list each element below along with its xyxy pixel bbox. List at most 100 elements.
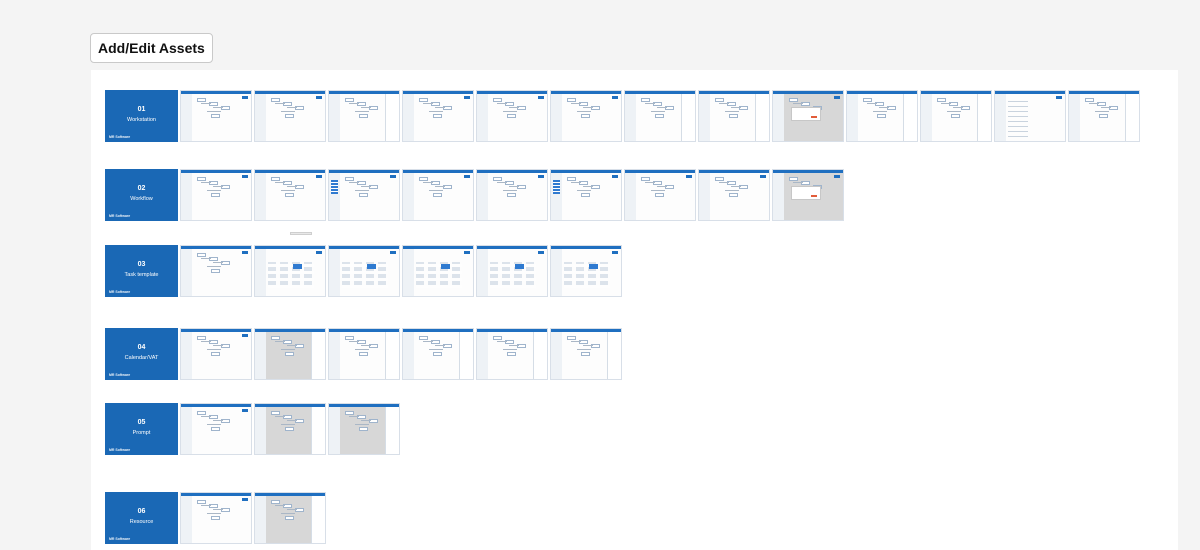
screen-thumbnail[interactable]: [254, 245, 326, 297]
connector-line: [435, 107, 445, 108]
screen-thumbnail[interactable]: [624, 90, 696, 142]
thumbnail-card-grid: [268, 262, 314, 288]
screen-thumbnail[interactable]: [180, 169, 252, 221]
connector-line: [287, 509, 297, 510]
thumbnail-sidebar: [329, 94, 340, 141]
screen-thumbnail[interactable]: [476, 328, 548, 380]
selected-card: [293, 264, 302, 269]
screen-thumbnail[interactable]: [402, 245, 474, 297]
screen-thumbnail[interactable]: [328, 403, 400, 455]
screen-thumbnail[interactable]: [328, 245, 400, 297]
screen-thumbnail[interactable]: [402, 328, 474, 380]
workflow-node: [271, 411, 280, 415]
thumbnail-action-button: [242, 96, 248, 99]
screen-thumbnail[interactable]: [698, 169, 770, 221]
screen-thumbnail[interactable]: [476, 169, 548, 221]
screen-thumbnail[interactable]: [254, 169, 326, 221]
connector-line: [201, 341, 211, 342]
screen-thumbnail[interactable]: [624, 169, 696, 221]
screen-thumbnail[interactable]: [328, 328, 400, 380]
screen-thumbnail[interactable]: [180, 245, 252, 297]
connector-line: [793, 103, 803, 104]
thumbnail-card-grid: [416, 262, 462, 288]
screen-thumbnail[interactable]: [846, 90, 918, 142]
connector-line: [213, 107, 223, 108]
workflow-node: [211, 269, 220, 273]
connector-line: [207, 190, 221, 191]
screen-thumbnail[interactable]: [254, 492, 326, 544]
screen-thumbnail[interactable]: [772, 169, 844, 221]
workflow-node: [937, 98, 946, 102]
screen-thumbnail[interactable]: [698, 90, 770, 142]
workflow-node: [581, 114, 590, 118]
screen-thumbnail[interactable]: [328, 169, 400, 221]
workflow-node: [419, 336, 428, 340]
workflow-node: [789, 98, 798, 102]
screen-thumbnail[interactable]: [476, 90, 548, 142]
workflow-node: [507, 352, 516, 356]
brand-logo: MR Software: [109, 537, 131, 541]
thumbnail-side-panel: [311, 407, 325, 454]
thumbnail-side-panel: [311, 496, 325, 543]
section-label-card[interactable]: 04 Calendar/VAT MR Software: [105, 328, 178, 380]
screen-thumbnail[interactable]: [180, 90, 252, 142]
connector-line: [349, 416, 359, 417]
section-label-card[interactable]: 02 Workflow MR Software: [105, 169, 178, 221]
screen-thumbnail[interactable]: [550, 90, 622, 142]
screen-thumbnail[interactable]: [550, 245, 622, 297]
section-row: 02 Workflow MR Software: [105, 169, 846, 221]
screen-thumbnail[interactable]: [402, 90, 474, 142]
connector-line: [349, 103, 359, 104]
screen-thumbnail[interactable]: [180, 403, 252, 455]
section-label-card[interactable]: 06 Resource MR Software: [105, 492, 178, 544]
screen-thumbnail[interactable]: [254, 90, 326, 142]
screen-thumbnail[interactable]: [476, 245, 548, 297]
workflow-node: [863, 98, 872, 102]
connector-line: [509, 345, 519, 346]
connector-line: [583, 186, 593, 187]
thumbnail-action-button: [1056, 96, 1062, 99]
section-name: Prompt: [132, 430, 151, 436]
section-label-card[interactable]: 01 Workstation MR Software: [105, 90, 178, 142]
connector-line: [201, 182, 211, 183]
screen-thumbnail[interactable]: [550, 328, 622, 380]
screen-thumbnail[interactable]: [920, 90, 992, 142]
thumbnail-sidebar: [847, 94, 858, 141]
thumbnail-action-button: [242, 175, 248, 178]
connector-line: [1089, 103, 1099, 104]
pager-control[interactable]: [290, 232, 312, 235]
screen-thumbnail[interactable]: [180, 328, 252, 380]
screen-thumbnail[interactable]: [1068, 90, 1140, 142]
thumbnail-sidebar: [181, 332, 192, 379]
thumbnail-card-grid: [564, 262, 610, 288]
selected-card: [589, 264, 598, 269]
thumbnail-sidebar: [921, 94, 932, 141]
screen-thumbnail[interactable]: [994, 90, 1066, 142]
screen-thumbnail[interactable]: [180, 492, 252, 544]
workflow-node: [433, 114, 442, 118]
screen-thumbnail[interactable]: [254, 403, 326, 455]
page-title[interactable]: Add/Edit Assets: [90, 33, 213, 63]
screen-thumbnail[interactable]: [550, 169, 622, 221]
workflow-node: [211, 114, 220, 118]
connector-line: [731, 107, 741, 108]
thumbnail-action-button: [464, 175, 470, 178]
section-label-card[interactable]: 03 Task template MR Software: [105, 245, 178, 297]
screen-thumbnail[interactable]: [254, 328, 326, 380]
workflow-node: [493, 177, 502, 181]
workflow-node: [211, 352, 220, 356]
connector-line: [577, 190, 591, 191]
thumbnail-sidebar: [181, 407, 192, 454]
workflow-node: [729, 114, 738, 118]
thumbnail-action-button: [390, 251, 396, 254]
screen-thumbnail[interactable]: [402, 169, 474, 221]
screen-thumbnail[interactable]: [328, 90, 400, 142]
thumbnail-sidebar: [403, 94, 414, 141]
section-label-card[interactable]: 05 Prompt MR Software: [105, 403, 178, 455]
thumbnail-action-button: [538, 96, 544, 99]
screen-thumbnail[interactable]: [772, 90, 844, 142]
thumbnail-action-button: [538, 175, 544, 178]
thumbnail-sidebar: [551, 332, 562, 379]
thumbnail-sidebar: [403, 249, 414, 296]
connector-line: [423, 341, 433, 342]
